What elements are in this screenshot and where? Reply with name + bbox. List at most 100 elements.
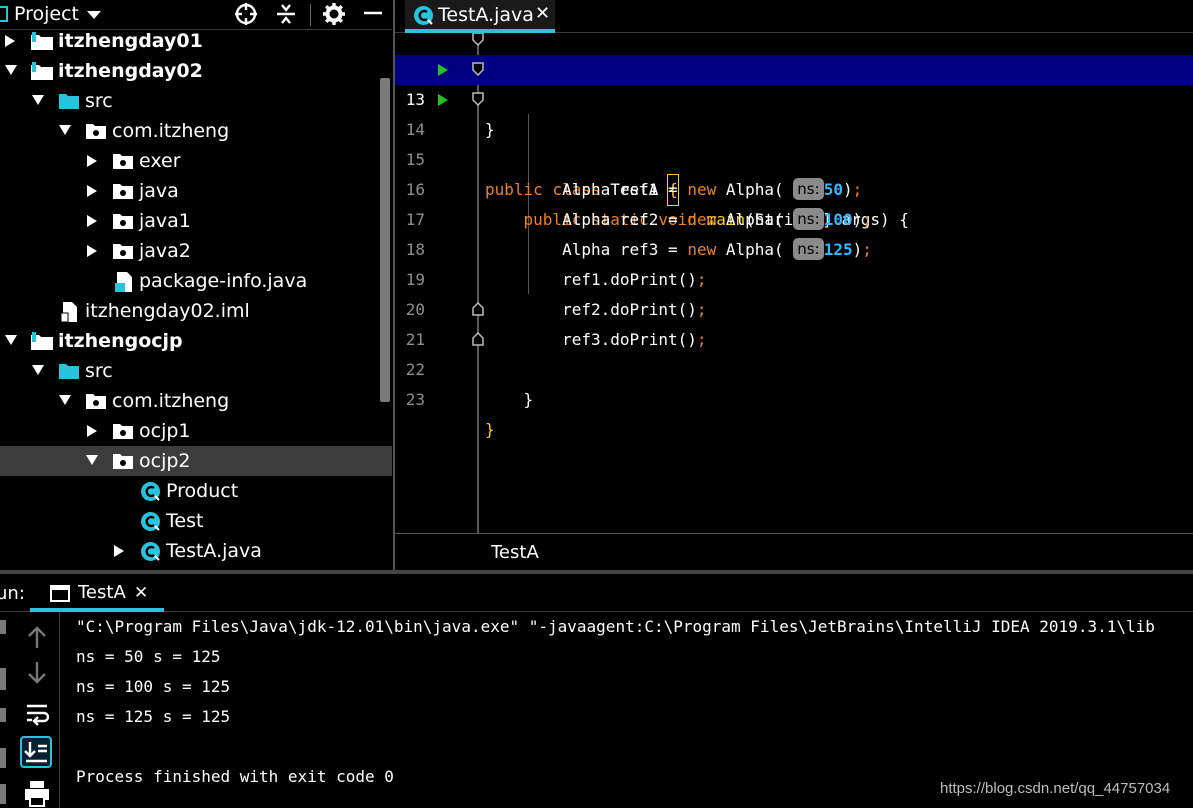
tree-item-java2[interactable]: java2 <box>0 236 392 266</box>
project-window-icon <box>0 6 8 22</box>
close-icon[interactable]: ✕ <box>134 582 148 604</box>
rerun-icon[interactable] <box>0 620 6 634</box>
code-line-19[interactable]: 19 ref2.doPrint(); <box>395 235 1193 319</box>
chevron-down-icon[interactable] <box>31 364 45 376</box>
up-arrow-icon[interactable] <box>22 622 52 652</box>
tree-item-label: java <box>139 180 179 202</box>
close-icon[interactable]: ✕ <box>535 3 550 25</box>
tree-item-test[interactable]: Test <box>0 506 392 536</box>
pin-icon[interactable] <box>0 784 6 804</box>
locate-target-icon[interactable] <box>234 2 258 26</box>
run-tab-testa[interactable]: TestA ✕ <box>30 574 164 612</box>
tree-item-src[interactable]: src <box>0 86 392 116</box>
editor-tab-bar: TestA.java ✕ <box>395 0 1193 33</box>
chevron-down-icon[interactable] <box>85 454 99 466</box>
chevron-down-icon[interactable] <box>4 334 18 346</box>
chevron-down-icon[interactable] <box>58 124 72 136</box>
tree-item-package-info[interactable]: package-info.java <box>0 266 392 296</box>
camera-icon[interactable] <box>0 748 6 768</box>
chevron-right-icon[interactable] <box>113 544 125 558</box>
chevron-right-icon[interactable] <box>86 424 98 438</box>
gear-icon[interactable] <box>322 2 346 26</box>
console-line: ns = 50 s = 125 <box>76 647 221 666</box>
scroll-to-end-icon[interactable] <box>20 736 52 768</box>
java-file-icon <box>115 272 132 292</box>
code-area[interactable]: 12 } 13 public class TestA { 14 public s… <box>395 33 1193 533</box>
breadcrumb-item[interactable]: TestA <box>491 541 539 565</box>
code-line-21[interactable]: 21 } <box>395 295 1193 409</box>
code-line-15[interactable]: 15 Alpha ref1 = new Alpha( ns: 50); <box>395 115 1193 200</box>
source-folder-icon <box>59 94 79 109</box>
tree-item-ocjp2[interactable]: ocjp2 <box>0 446 392 476</box>
chevron-down-icon[interactable] <box>86 9 102 21</box>
tree-item-itzhengday01[interactable]: itzhengday01 <box>0 26 392 56</box>
run-label: un: <box>0 583 25 604</box>
fold-end-marker-icon[interactable] <box>472 302 484 316</box>
tab-testa-java[interactable]: TestA.java ✕ <box>405 0 555 33</box>
tree-item-com-itzheng[interactable]: com.itzheng <box>0 116 392 146</box>
code-line-12[interactable]: 12 } <box>395 33 1193 139</box>
tree-item-java1[interactable]: java1 <box>0 206 392 236</box>
chevron-right-icon[interactable] <box>86 184 98 198</box>
fold-marker-icon[interactable] <box>472 33 484 46</box>
chevron-right-icon[interactable] <box>86 154 98 168</box>
code-line-16[interactable]: 16 Alpha ref2 = new Alpha( ns: 100); <box>395 145 1193 230</box>
fold-marker-icon[interactable] <box>472 92 484 106</box>
tree-item-label: exer <box>139 150 181 172</box>
fold-marker-icon[interactable] <box>472 62 484 76</box>
code-line-20[interactable]: 20 ref3.doPrint(); <box>395 265 1193 349</box>
tree-item-src[interactable]: src <box>0 356 392 386</box>
code-line-23[interactable]: 23 <box>395 355 1193 409</box>
tree-item-product[interactable]: Product <box>0 476 392 506</box>
minimize-icon[interactable] <box>362 2 384 26</box>
chevron-right-icon[interactable] <box>86 214 98 228</box>
tree-item-label: java2 <box>139 240 191 262</box>
tree-item-label: src <box>85 90 113 112</box>
code-line-13[interactable]: 13 public class TestA { <box>395 55 1193 206</box>
tree-item-label: Product <box>166 480 239 502</box>
chevron-right-icon[interactable] <box>4 34 16 48</box>
java-class-icon <box>414 6 433 25</box>
tree-item-itzhengday02[interactable]: itzhengday02 <box>0 56 392 86</box>
collapse-all-icon[interactable] <box>274 2 298 26</box>
java-class-icon <box>141 512 160 531</box>
tree-scrollbar[interactable] <box>380 78 390 402</box>
chevron-down-icon[interactable] <box>31 94 45 106</box>
down-arrow-icon[interactable] <box>22 658 52 688</box>
tree-item-label: ocjp2 <box>139 450 191 472</box>
run-arrow-icon[interactable] <box>437 93 449 107</box>
tree-item-itzhengocjp[interactable]: itzhengocjp <box>0 326 392 356</box>
chevron-down-icon[interactable] <box>58 394 72 406</box>
tree-item-label: itzhengday02 <box>58 60 203 82</box>
tab-label: TestA.java <box>438 4 534 26</box>
soft-wrap-icon[interactable] <box>22 698 52 728</box>
code-line-18[interactable]: 18 ref1.doPrint(); <box>395 205 1193 289</box>
tree-item-iml[interactable]: itzhengday02.iml <box>0 296 392 326</box>
tree-item-java[interactable]: java <box>0 176 392 206</box>
header-separator <box>310 4 311 26</box>
chevron-right-icon[interactable] <box>86 244 98 258</box>
tree-item-exer[interactable]: exer <box>0 146 392 176</box>
fold-end-marker-icon[interactable] <box>472 332 484 346</box>
tree-item-label: itzhengday02.iml <box>85 300 250 322</box>
chevron-down-icon[interactable] <box>4 64 18 76</box>
tree-item-testa-java[interactable]: TestA.java <box>0 536 392 566</box>
code-line-22[interactable]: 22 } <box>395 325 1193 439</box>
tree-item-label: itzhengday01 <box>58 30 203 52</box>
code-line-14[interactable]: 14 public static void main(String[] args… <box>395 85 1193 229</box>
package-folder-icon <box>86 124 106 139</box>
module-folder-icon <box>31 32 53 50</box>
tree-item-label: com.itzheng <box>112 120 230 142</box>
tree-item-ocjp1[interactable]: ocjp1 <box>0 416 392 446</box>
stop-icon[interactable] <box>0 668 6 690</box>
code-line-17[interactable]: 17 Alpha ref3 = new Alpha( ns: 125); <box>395 175 1193 260</box>
package-folder-icon <box>113 214 133 229</box>
run-tab-bar: un: TestA ✕ <box>0 574 1193 612</box>
restore-layout-icon[interactable] <box>0 708 6 722</box>
printer-icon[interactable] <box>22 778 52 808</box>
console-icon <box>50 585 70 602</box>
project-title[interactable]: Project <box>14 2 79 26</box>
tree-item-com-itzheng[interactable]: com.itzheng <box>0 386 392 416</box>
console-output[interactable]: "C:\Program Files\Java\jdk-12.01\bin\jav… <box>76 612 1193 808</box>
run-arrow-icon[interactable] <box>437 63 449 77</box>
